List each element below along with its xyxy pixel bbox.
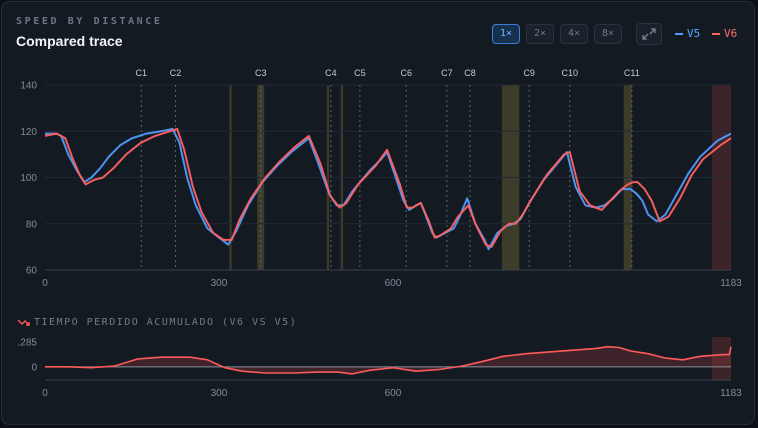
y-tick-label: 80	[26, 219, 38, 230]
corner-marker-label: C6	[401, 68, 413, 78]
corner-marker-label: C1	[136, 68, 148, 78]
x-tick-label: 600	[385, 278, 402, 289]
delta-x-tick-label: 1183	[720, 388, 742, 399]
y-tick-label: 100	[20, 173, 37, 184]
delta-x-tick-label: 300	[211, 388, 228, 399]
delta-y-tick-label: .285	[18, 337, 38, 348]
corner-marker-label: C8	[464, 68, 476, 78]
corner-marker-label: C2	[170, 68, 182, 78]
corner-marker-label: C10	[562, 68, 579, 78]
corner-marker-label: C7	[441, 68, 453, 78]
corner-marker-label: C4	[325, 68, 337, 78]
corner-marker-label: C5	[354, 68, 366, 78]
delta-x-tick-label: 600	[385, 388, 402, 399]
corner-marker-label: C3	[255, 68, 267, 78]
y-tick-label: 140	[20, 81, 37, 92]
corner-marker-label: C9	[523, 68, 535, 78]
x-tick-label: 0	[42, 278, 48, 289]
delta-y-tick-label: 0	[31, 362, 37, 373]
chart-canvas: 60 80 100 120 140 0 300 600 1183 C1 C2 C3 C4 C5 C6 C7 C8…	[18, 68, 743, 399]
y-tick-label: 120	[20, 127, 37, 138]
corner-marker-label: C11	[624, 68, 640, 78]
y-tick-label: 60	[26, 266, 38, 277]
delta-x-tick-label: 0	[42, 388, 48, 399]
x-tick-label: 300	[211, 278, 228, 289]
x-tick-label: 1183	[720, 278, 742, 289]
